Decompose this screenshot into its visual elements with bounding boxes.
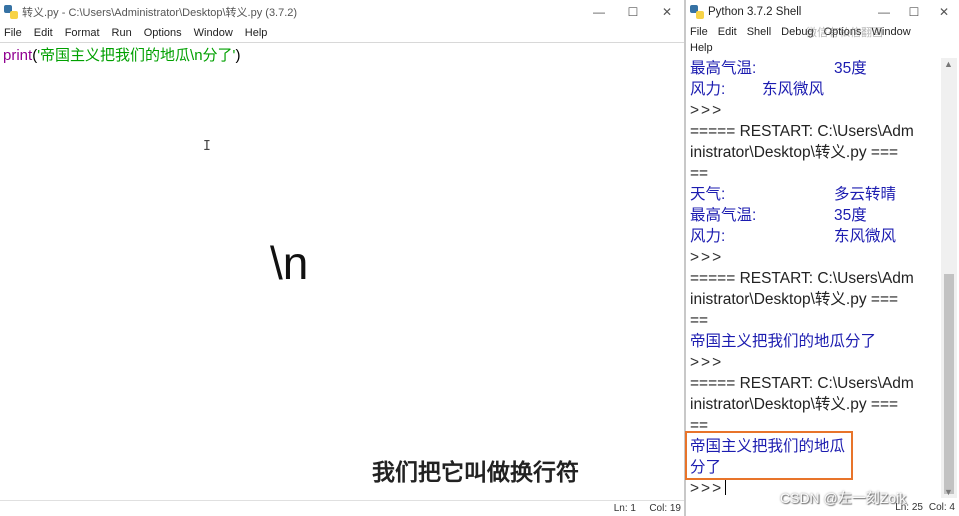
shell-prompt: >>>: [690, 249, 724, 266]
overlay-newline-text: \n: [270, 237, 309, 289]
shell-column-number: Col: 4: [928, 502, 955, 513]
shell-menu-help[interactable]: Help: [690, 40, 713, 56]
output-text: inistrator\Desktop\转义.py ===: [690, 396, 899, 413]
highlight-box: [685, 431, 853, 480]
shell-output-line: 天气: 多云转晴: [690, 184, 942, 205]
text-cursor-icon: I: [203, 139, 211, 154]
shell-menu-edit[interactable]: Edit: [718, 24, 737, 40]
shell-output-line: inistrator\Desktop\转义.py ===: [690, 394, 942, 415]
shell-prompt: >>>: [690, 480, 724, 497]
shell-output-line: ==: [690, 310, 942, 331]
editor-titlebar[interactable]: 转义.py - C:\Users\Administrator\Desktop\转…: [0, 0, 684, 24]
shell-menu-shell[interactable]: Shell: [747, 24, 771, 40]
code-string-literal: '帝国主义把我们的地瓜\n分了': [37, 47, 236, 64]
output-text: ===== RESTART: C:\Users\Adm: [690, 270, 914, 287]
editor-window: 转义.py - C:\Users\Administrator\Desktop\转…: [0, 0, 684, 516]
shell-title: Python 3.7.2 Shell: [708, 6, 802, 18]
csdn-watermark: CSDN @左一刻Zoik: [780, 490, 907, 506]
video-subtitle: 我们把它叫做换行符: [372, 459, 579, 485]
shell-output-line: >>>: [690, 352, 942, 373]
shell-prompt: >>>: [690, 354, 724, 371]
python-app-icon: [4, 5, 18, 19]
code-paren-close: ): [235, 47, 241, 64]
close-button[interactable]: ✕: [650, 0, 684, 24]
editor-line-number: Ln: 1: [613, 503, 636, 514]
output-value: 35度: [834, 207, 867, 224]
output-text: ===== RESTART: C:\Users\Adm: [690, 375, 914, 392]
shell-close-button[interactable]: ✕: [929, 0, 959, 24]
scrollbar-thumb[interactable]: [944, 274, 954, 494]
shell-maximize-button[interactable]: ☐: [899, 0, 929, 24]
output-value: 多云转晴: [834, 186, 897, 203]
menu-edit[interactable]: Edit: [34, 27, 53, 39]
shell-output-line: 最高气温: 35度: [690, 58, 942, 79]
output-text: ==: [690, 312, 709, 329]
code-editor-line-1[interactable]: print('帝国主义把我们的地瓜\n分了'): [3, 44, 240, 65]
output-value: 35度: [834, 60, 867, 77]
output-text: inistrator\Desktop\转义.py ===: [690, 144, 899, 161]
scroll-down-arrow-icon[interactable]: ▼: [944, 487, 953, 497]
menu-file[interactable]: File: [4, 27, 22, 39]
output-label: 天气:: [690, 186, 726, 203]
output-label: 风力:: [690, 228, 726, 245]
output-text: ===== RESTART: C:\Users\Adm: [690, 123, 914, 140]
input-caret: [725, 479, 727, 495]
shell-titlebar[interactable]: Python 3.7.2 Shell — ☐ ✕: [686, 0, 959, 24]
scroll-up-arrow-icon[interactable]: ▲: [944, 59, 953, 69]
editor-column-number: Col: 19: [649, 503, 681, 514]
shell-output-line: >>>: [690, 100, 942, 121]
output-value: 东风微风: [762, 81, 825, 98]
shell-output-line: inistrator\Desktop\转义.py ===: [690, 289, 942, 310]
shell-output-line: ===== RESTART: C:\Users\Adm: [690, 121, 942, 142]
output-label: 最高气温:: [690, 60, 757, 77]
shell-menubar: File Edit Shell Debug Options Window Hel…: [686, 24, 959, 56]
shell-minimize-button[interactable]: —: [869, 0, 899, 24]
shell-output-line: 风力: 东风微风: [690, 79, 942, 100]
shell-output-line: 最高气温: 35度: [690, 205, 942, 226]
menu-help[interactable]: Help: [245, 27, 268, 39]
shell-output-line: >>>: [690, 247, 942, 268]
shell-output-line: ==: [690, 163, 942, 184]
shell-output-line: ===== RESTART: C:\Users\Adm: [690, 373, 942, 394]
editor-title: 转义.py - C:\Users\Administrator\Desktop\转…: [22, 7, 298, 19]
shell-scrollbar[interactable]: [941, 58, 957, 498]
editor-statusbar: Ln: 1 Col: 19: [0, 500, 684, 516]
menu-run[interactable]: Run: [112, 27, 132, 39]
output-text: ==: [690, 165, 709, 182]
output-label: 最高气温:: [690, 207, 757, 224]
output-label: 风力:: [690, 81, 726, 98]
shell-menu-file[interactable]: File: [690, 24, 708, 40]
menu-options[interactable]: Options: [144, 27, 182, 39]
shell-output-line: ===== RESTART: C:\Users\Adm: [690, 268, 942, 289]
shell-output-line: 风力: 东风微风: [690, 226, 942, 247]
output-text: inistrator\Desktop\转义.py ===: [690, 291, 899, 308]
editor-menubar: File Edit Format Run Options Window Help: [0, 24, 684, 42]
output-value: 东风微风: [834, 228, 897, 245]
maximize-button[interactable]: ☐: [616, 0, 650, 24]
code-builtin-print: print: [3, 47, 33, 64]
menu-window[interactable]: Window: [194, 27, 233, 39]
video-watermark-overlay: 微信有私信翻画: [806, 27, 883, 39]
minimize-button[interactable]: —: [582, 0, 616, 24]
shell-prompt: >>>: [690, 102, 724, 119]
shell-output-line: 帝国主义把我们的地瓜分了: [690, 331, 942, 352]
menu-divider: [0, 42, 684, 43]
output-text: 帝国主义把我们的地瓜分了: [690, 333, 877, 350]
python-shell-icon: [690, 5, 704, 19]
menu-format[interactable]: Format: [65, 27, 100, 39]
shell-output-line: inistrator\Desktop\转义.py ===: [690, 142, 942, 163]
